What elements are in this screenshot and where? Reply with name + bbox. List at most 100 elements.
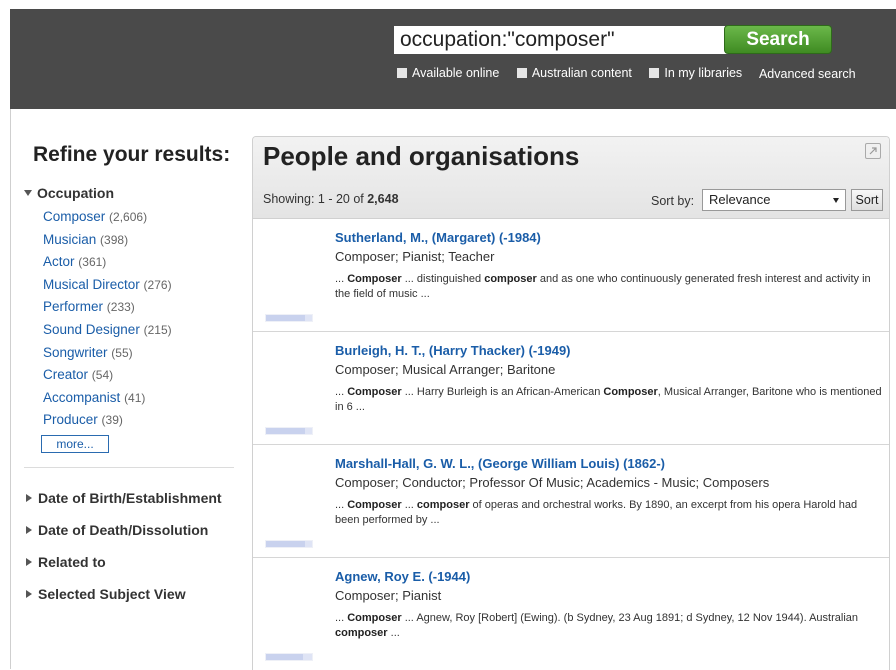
facet-count: (398) (100, 232, 129, 247)
filter-australian-content[interactable]: Australian content (516, 66, 632, 80)
relevance-bar (265, 653, 313, 661)
result-count: Showing: 1 - 20 of 2,648 (263, 192, 399, 206)
list-item: Songwriter (55) (43, 342, 236, 365)
facet-link[interactable]: Producer (43, 412, 98, 427)
search-input[interactable] (394, 26, 730, 54)
facet-link[interactable]: Songwriter (43, 345, 108, 360)
result-occupations: Composer; Musical Arranger; Baritone (335, 362, 556, 377)
facet-count: (215) (143, 322, 172, 337)
relevance-fill (266, 541, 306, 547)
sort-value: Relevance (709, 192, 771, 207)
facet-count: (233) (106, 300, 135, 315)
site-header: Search Available online Australian conte… (10, 9, 896, 109)
result-occupations: Composer; Conductor; Professor Of Music;… (335, 475, 770, 490)
facet-link[interactable]: Creator (43, 367, 88, 382)
relevance-bar (265, 540, 313, 548)
facet-date-of-death[interactable]: Date of Death/Dissolution (24, 514, 236, 546)
facet-count: (55) (111, 345, 133, 360)
facet-count: (361) (78, 255, 107, 270)
result-snippet: ... Composer ... Agnew, Roy [Robert] (Ew… (335, 612, 858, 640)
sort-select[interactable]: Relevance (702, 189, 846, 211)
search-button[interactable]: Search (724, 25, 832, 54)
facet-link[interactable]: Musical Director (43, 277, 140, 292)
facet-label: Date of Death/Dissolution (38, 521, 209, 538)
facet-count: (54) (91, 368, 114, 383)
relevance-fill (266, 315, 306, 321)
relevance-bar (265, 314, 313, 322)
facet-label: Selected Subject View (38, 585, 186, 602)
facet-selected-subject-view[interactable]: Selected Subject View (24, 578, 236, 610)
facet-related-to[interactable]: Related to (24, 546, 236, 578)
list-item: Musician (398) (43, 229, 236, 252)
result-title-link[interactable]: Marshall-Hall, G. W. L., (George William… (335, 456, 665, 471)
filter-available-online[interactable]: Available online (397, 66, 499, 80)
result-occupations: Composer; Pianist; Teacher (335, 249, 495, 264)
search-filters: Available online Australian content In m… (397, 66, 856, 84)
facet-date-of-birth[interactable]: Date of Birth/Establishment (24, 482, 236, 514)
checkbox[interactable] (649, 68, 660, 78)
chevron-down-icon (24, 190, 32, 196)
result-snippet: ... Composer ... Harry Burleigh is an Af… (335, 386, 882, 414)
list-item: Musical Director (276) (43, 274, 236, 297)
relevance-bar (265, 427, 313, 435)
more-button[interactable]: more... (41, 434, 109, 453)
result-list: Sutherland, M., (Margaret) (-1984) Compo… (253, 219, 889, 670)
facet-link[interactable]: Composer (43, 209, 105, 224)
checkbox[interactable] (516, 68, 527, 78)
result-title-link[interactable]: Sutherland, M., (Margaret) (-1984) (335, 230, 541, 245)
facet-count: (39) (101, 413, 123, 428)
facet-link[interactable]: Sound Designer (43, 322, 140, 337)
left-border (10, 109, 11, 669)
filter-label: In my libraries (664, 66, 743, 80)
results-panel: People and organisations Showing: 1 - 20… (252, 136, 890, 670)
facet-label: Date of Birth/Establishment (38, 489, 222, 506)
facet-count: (276) (143, 277, 172, 292)
facet-link[interactable]: Musician (43, 232, 96, 247)
facet-link[interactable]: Accompanist (43, 390, 120, 405)
panel-header: People and organisations Showing: 1 - 20… (253, 137, 889, 219)
advanced-search-link[interactable]: Advanced search (759, 67, 856, 81)
facet-label: Related to (38, 553, 106, 570)
facet-count: (41) (124, 390, 146, 405)
caret-down-icon (833, 198, 839, 203)
refine-title: Refine your results: (33, 143, 231, 166)
facet-link[interactable]: Performer (43, 299, 103, 314)
list-item: Composer (2,606) (43, 206, 236, 229)
expand-icon[interactable] (865, 143, 881, 159)
result-snippet: ... Composer ... composer of operas and … (335, 499, 858, 527)
occupation-list: Composer (2,606) Musician (398) Actor (3… (24, 206, 236, 432)
list-item: Accompanist (41) (43, 387, 236, 410)
result-total: 2,648 (367, 192, 399, 206)
top-band (0, 0, 896, 9)
checkbox[interactable] (397, 68, 407, 78)
facet-count: (2,606) (109, 210, 148, 224)
chevron-right-icon (26, 525, 32, 534)
result-title-link[interactable]: Burleigh, H. T., (Harry Thacker) (-1949) (335, 343, 571, 358)
refine-sidebar: Refine your results: Occupation Composer… (24, 140, 236, 610)
facet-label: Occupation (37, 185, 115, 201)
divider (24, 466, 234, 468)
filter-label: Australian content (531, 66, 632, 80)
list-item: Performer (233) (43, 296, 236, 319)
sort-button[interactable]: Sort (851, 189, 883, 211)
filter-label: Available online (412, 66, 500, 80)
result-title-link[interactable]: Agnew, Roy E. (-1944) (335, 569, 470, 584)
relevance-fill (266, 428, 306, 434)
result-item: Marshall-Hall, G. W. L., (George William… (253, 445, 889, 558)
list-item: Actor (361) (43, 251, 236, 274)
facet-link[interactable]: Actor (43, 254, 75, 269)
chevron-right-icon (26, 589, 32, 598)
result-occupations: Composer; Pianist (335, 588, 442, 603)
result-item: Agnew, Roy E. (-1944) Composer; Pianist … (253, 558, 889, 670)
list-item: Sound Designer (215) (43, 319, 236, 342)
relevance-fill (266, 654, 303, 660)
chevron-right-icon (26, 557, 32, 566)
result-item: Sutherland, M., (Margaret) (-1984) Compo… (253, 219, 889, 332)
sort-label: Sort by: (651, 194, 695, 208)
facet-occupation-heading[interactable]: Occupation (24, 185, 236, 201)
list-item: Creator (54) (43, 364, 236, 387)
filter-in-my-libraries[interactable]: In my libraries (649, 66, 742, 80)
chevron-right-icon (26, 493, 32, 502)
panel-title: People and organisations (263, 141, 580, 171)
result-item: Burleigh, H. T., (Harry Thacker) (-1949)… (253, 332, 889, 445)
